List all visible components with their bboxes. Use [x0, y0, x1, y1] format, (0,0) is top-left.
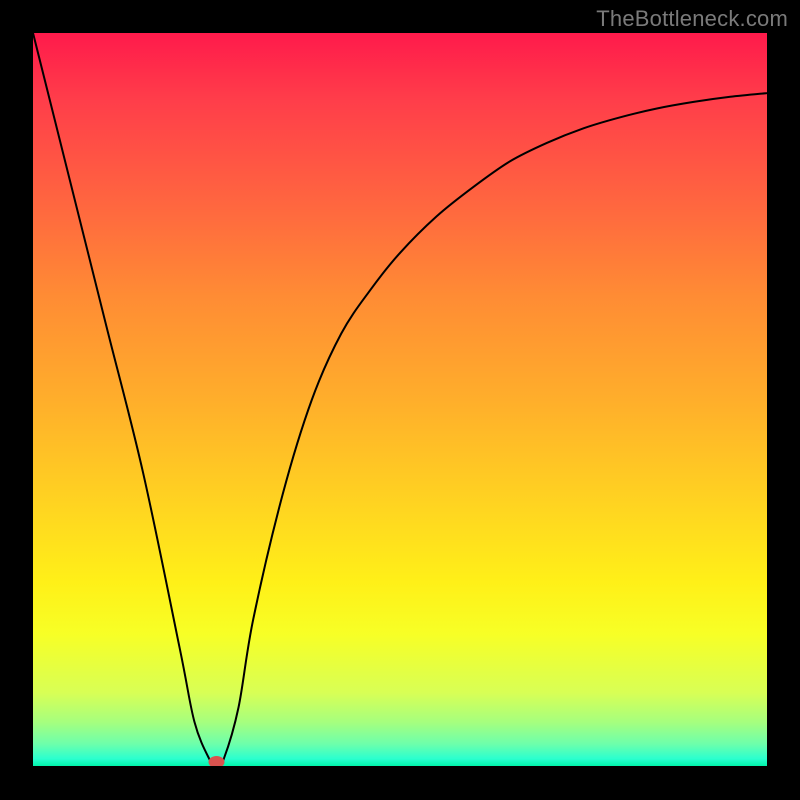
curve-svg: [33, 33, 767, 766]
minimum-marker: [209, 756, 225, 766]
bottleneck-curve: [33, 33, 767, 766]
watermark-text: TheBottleneck.com: [596, 6, 788, 32]
plot-area: [33, 33, 767, 766]
chart-frame: TheBottleneck.com: [0, 0, 800, 800]
